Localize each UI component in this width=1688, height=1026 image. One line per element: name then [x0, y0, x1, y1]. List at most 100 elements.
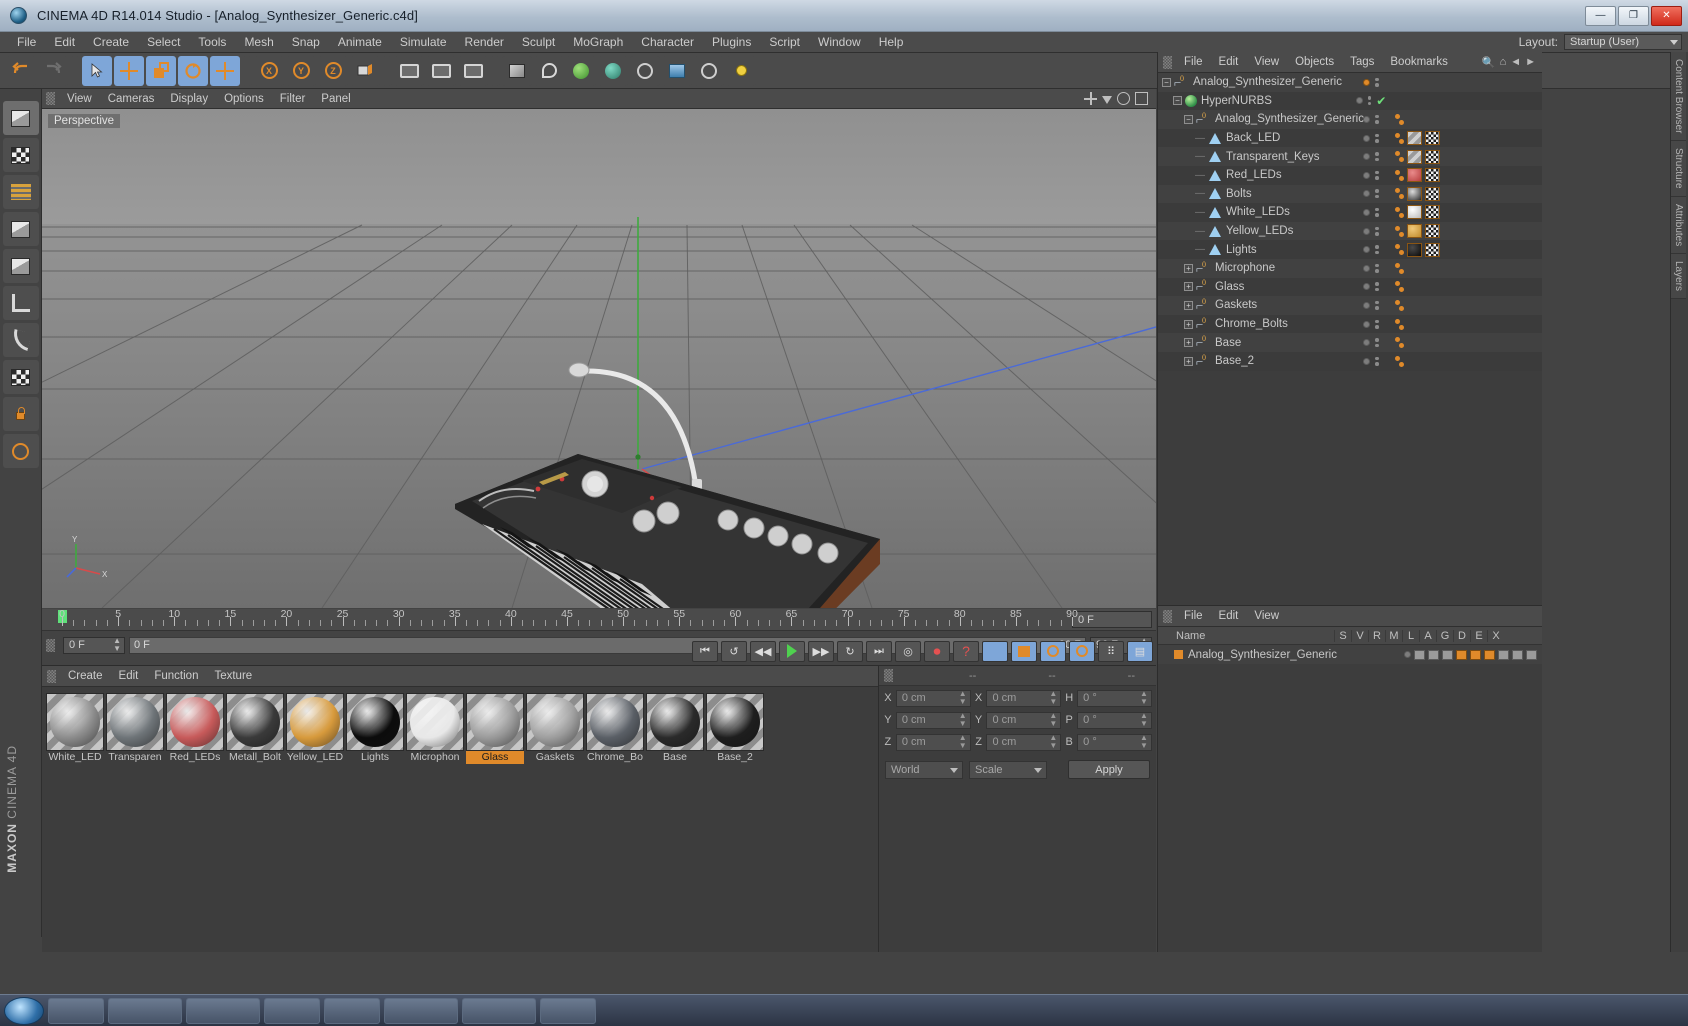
lock-z-axis-button[interactable]: Z: [318, 55, 348, 86]
visibility-dot[interactable]: [1363, 115, 1371, 123]
visibility-toggles[interactable]: [1375, 263, 1379, 273]
tab-attributes[interactable]: Attributes: [1671, 197, 1686, 255]
object-row[interactable]: + Base: [1158, 333, 1542, 352]
taskbar-item-4[interactable]: [264, 997, 320, 1024]
menu-simulate[interactable]: Simulate: [391, 32, 456, 52]
points-mode-tool[interactable]: [2, 175, 39, 209]
object-row[interactable]: + Microphone: [1158, 258, 1542, 278]
go-to-start-button[interactable]: ⏮: [692, 640, 718, 662]
tag-cell[interactable]: [1392, 315, 1404, 334]
material-swatch[interactable]: Gaskets: [526, 693, 584, 764]
spinner-icon[interactable]: ▲▼: [1049, 690, 1057, 706]
menu-window[interactable]: Window: [809, 32, 870, 52]
zoom-viewport-icon[interactable]: [1102, 96, 1112, 104]
layer-color-swatch[interactable]: [1174, 650, 1183, 659]
scale-key-toggle[interactable]: [1011, 640, 1037, 662]
size-field[interactable]: 0 cm ▲ ▼: [986, 733, 1062, 751]
menu-plugins[interactable]: Plugins: [703, 32, 760, 52]
visibility-toggles[interactable]: [1375, 226, 1379, 236]
menu-render[interactable]: Render: [456, 32, 513, 52]
material-swatch[interactable]: Microphon: [406, 693, 464, 764]
taskbar-item-1[interactable]: [48, 997, 104, 1024]
visibility-dot[interactable]: [1363, 134, 1371, 142]
minimize-button[interactable]: —: [1585, 5, 1616, 26]
layer-col-e[interactable]: E: [1470, 629, 1487, 642]
material-preview[interactable]: [346, 693, 404, 751]
visibility-toggles[interactable]: [1375, 338, 1379, 348]
mm-menu-function[interactable]: Function: [146, 666, 206, 686]
material-tag-icon[interactable]: [1407, 186, 1422, 201]
panel-grip-icon[interactable]: [46, 92, 55, 105]
material-swatch[interactable]: Chrome_Bo: [586, 693, 644, 764]
menu-sculpt[interactable]: Sculpt: [513, 32, 564, 52]
material-preview[interactable]: [466, 693, 524, 751]
material-tag-icon[interactable]: [1407, 168, 1422, 183]
layer-col-a[interactable]: A: [1419, 629, 1436, 642]
material-tag-icon[interactable]: [1407, 149, 1422, 164]
enable-axis-tool[interactable]: [2, 323, 39, 357]
om-menu-objects[interactable]: Objects: [1287, 52, 1342, 72]
timeline-ruler[interactable]: 0 F 0 5 10 15 20 25 30 35 40 45 50 55 60 65 70 75 80 85 90: [42, 608, 1156, 631]
visibility-dot[interactable]: [1363, 227, 1371, 235]
collapse-icon[interactable]: ◄: [1510, 56, 1521, 68]
material-preview[interactable]: [646, 693, 704, 751]
object-row[interactable]: + Chrome_Bolts: [1158, 314, 1542, 334]
tree-expander[interactable]: −: [1184, 114, 1193, 124]
material-swatch[interactable]: Transparen: [106, 693, 164, 764]
tag-cell[interactable]: [1392, 278, 1404, 297]
tab-layers[interactable]: Layers: [1671, 254, 1686, 300]
spinner-icon[interactable]: ▲▼: [959, 690, 967, 706]
add-environment-button[interactable]: [694, 55, 724, 86]
perspective-viewport[interactable]: Perspective Y X: [42, 109, 1156, 608]
taskbar-item-3[interactable]: [186, 997, 260, 1024]
layer-col-v[interactable]: V: [1351, 629, 1368, 642]
timeline-view-button[interactable]: ▤: [1127, 640, 1153, 662]
object-row[interactable]: − Analog_Synthesizer_Generic: [1158, 110, 1542, 129]
object-tree[interactable]: −Analog_Synthesizer_Generic−HyperNURBS✔−…: [1158, 73, 1542, 371]
coordinate-system-dropdown[interactable]: World: [885, 760, 963, 779]
tag-cell[interactable]: [1392, 92, 1395, 111]
visibility-dot[interactable]: [1363, 283, 1371, 291]
maximize-button[interactable]: ❐: [1618, 5, 1649, 26]
home-icon[interactable]: ⌂: [1500, 56, 1507, 68]
panel-grip-icon[interactable]: [1163, 609, 1172, 623]
add-camera-button[interactable]: [662, 55, 692, 86]
axis-modify-tool[interactable]: [210, 55, 240, 86]
layer-col-l[interactable]: L: [1402, 629, 1419, 642]
keyframe-selection-button[interactable]: ◎: [895, 640, 921, 662]
spinner-icon[interactable]: ▲▼: [1140, 690, 1148, 706]
go-to-end-button[interactable]: ⏭: [866, 640, 892, 662]
quantize-tool[interactable]: [2, 434, 39, 468]
point-level-animation-toggle[interactable]: ⠿: [1098, 640, 1124, 662]
object-row[interactable]: + Glass: [1158, 277, 1542, 297]
visibility-toggles[interactable]: [1375, 319, 1379, 329]
lock-y-axis-button[interactable]: Y: [286, 55, 316, 86]
mm-menu-create[interactable]: Create: [60, 666, 111, 686]
layer-col-x[interactable]: X: [1487, 629, 1504, 642]
close-button[interactable]: ✕: [1651, 5, 1682, 26]
maximize-viewport-icon[interactable]: [1135, 92, 1148, 105]
menu-edit[interactable]: Edit: [45, 32, 84, 52]
tree-expander[interactable]: +: [1184, 338, 1193, 348]
generators-toggle-icon[interactable]: [1484, 649, 1495, 660]
menu-snap[interactable]: Snap: [283, 32, 329, 52]
material-swatch[interactable]: Red_LEDs: [166, 693, 224, 764]
play-button[interactable]: [779, 640, 805, 662]
menu-tools[interactable]: Tools: [189, 32, 235, 52]
menu-create[interactable]: Create: [84, 32, 138, 52]
tag-cell[interactable]: [1392, 129, 1440, 148]
menu-mograph[interactable]: MoGraph: [564, 32, 632, 52]
parameter-key-toggle[interactable]: [1069, 640, 1095, 662]
undo-button[interactable]: [6, 55, 36, 86]
workplane-tool[interactable]: [2, 286, 39, 320]
tag-cell[interactable]: [1392, 222, 1440, 241]
solo-toggle-icon[interactable]: [1404, 651, 1411, 658]
object-row[interactable]: + Base_2: [1158, 351, 1542, 371]
move-viewport-icon[interactable]: [1084, 92, 1097, 105]
object-row[interactable]: − Analog_Synthesizer_Generic: [1158, 73, 1542, 92]
texture-tag-icon[interactable]: [1425, 131, 1440, 146]
viewport-menu-display[interactable]: Display: [162, 89, 216, 109]
visibility-toggles[interactable]: [1375, 189, 1379, 199]
object-row[interactable]: − HyperNURBS ✔: [1158, 91, 1542, 111]
material-swatch[interactable]: Metall_Bolt: [226, 693, 284, 764]
